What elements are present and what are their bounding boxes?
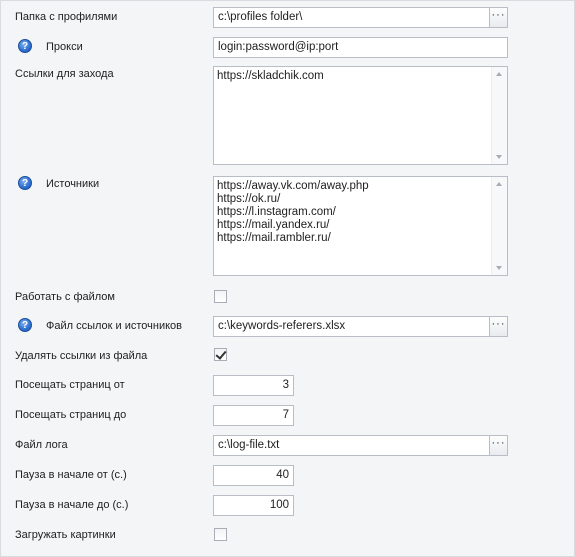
entry-links-scrollbar[interactable] — [491, 67, 507, 164]
source-line: https://mail.yandex.ru/ — [217, 219, 330, 231]
entry-links-label: Ссылки для захода — [15, 68, 114, 80]
load-images-label: Загружать картинки — [15, 529, 116, 541]
pages-to-label: Посещать страниц до — [15, 409, 127, 421]
scroll-down-icon[interactable] — [496, 266, 502, 270]
sources-label: Источники — [46, 178, 100, 190]
log-file-browse-button[interactable]: ··· — [489, 435, 508, 456]
scroll-up-icon[interactable] — [496, 72, 502, 76]
pause-start-from-input[interactable]: 40 — [213, 465, 294, 486]
pages-to-input[interactable]: 7 — [213, 405, 294, 426]
sources-scrollbar[interactable] — [491, 177, 507, 275]
links-file-browse-button[interactable]: ··· — [489, 316, 508, 337]
entry-link-line: https://skladchik.com — [217, 70, 324, 82]
profiles-folder-input[interactable]: c:\profiles folder\ — [213, 7, 490, 28]
pages-from-input[interactable]: 3 — [213, 375, 294, 396]
sources-help-icon[interactable]: ? — [18, 176, 32, 190]
delete-links-label: Удалять ссылки из файла — [15, 350, 148, 362]
links-file-label: Файл ссылок и источников — [46, 320, 183, 332]
proxy-input[interactable]: login:password@ip:port — [213, 37, 508, 58]
links-file-input[interactable]: c:\keywords-referers.xlsx — [213, 316, 490, 337]
profiles-folder-browse-button[interactable]: ··· — [489, 7, 508, 28]
entry-links-textarea[interactable]: https://skladchik.com — [213, 66, 508, 165]
log-file-label: Файл лога — [15, 439, 68, 451]
scroll-up-icon[interactable] — [496, 182, 502, 186]
work-with-file-checkbox[interactable] — [214, 290, 227, 303]
links-file-help-icon[interactable]: ? — [18, 318, 32, 332]
source-line: https://away.vk.com/away.php — [217, 180, 369, 192]
source-line: https://ok.ru/ — [217, 193, 281, 205]
source-line: https://l.instagram.com/ — [217, 206, 336, 218]
delete-links-checkbox[interactable] — [214, 348, 227, 361]
log-file-input[interactable]: c:\log-file.txt — [213, 435, 490, 456]
pause-start-to-input[interactable]: 100 — [213, 495, 294, 516]
checkmark-icon — [215, 348, 227, 360]
sources-textarea[interactable]: https://away.vk.com/away.php https://ok.… — [213, 176, 508, 276]
source-line: https://mail.rambler.ru/ — [217, 232, 331, 244]
load-images-checkbox[interactable] — [214, 528, 227, 541]
proxy-label: Прокси — [46, 41, 83, 53]
profiles-folder-label: Папка с профилями — [15, 11, 118, 23]
proxy-help-icon[interactable]: ? — [18, 39, 32, 53]
work-with-file-label: Работать с файлом — [15, 291, 115, 303]
pause-start-to-label: Пауза в начале до (с.) — [15, 499, 129, 511]
pause-start-from-label: Пауза в начале от (с.) — [15, 469, 127, 481]
pages-from-label: Посещать страниц от — [15, 379, 125, 391]
scroll-down-icon[interactable] — [496, 155, 502, 159]
